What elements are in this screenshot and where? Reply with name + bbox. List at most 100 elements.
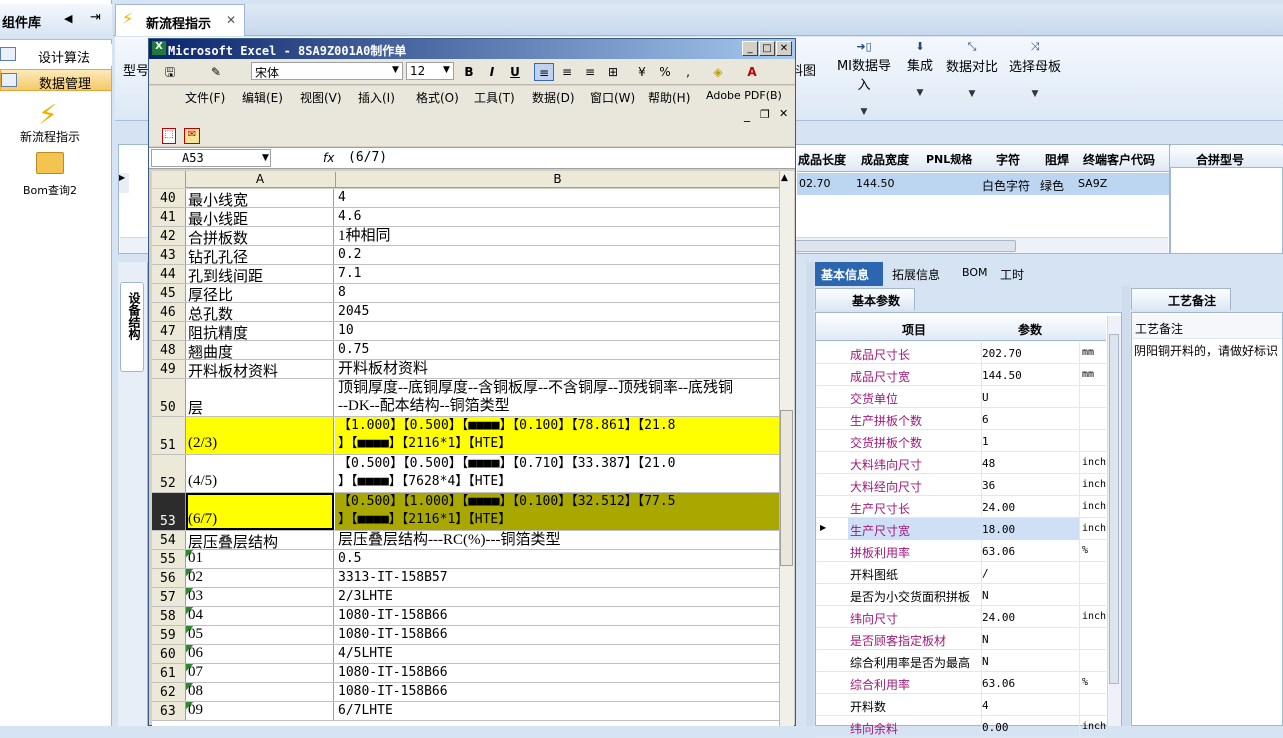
craft-note-text[interactable]: 阴阳铜开料的，请做好标识 <box>1134 342 1278 359</box>
row-number[interactable]: 50 <box>152 379 186 416</box>
cell-a[interactable]: (4/5) <box>186 455 334 492</box>
tab-extended-info[interactable]: 拓展信息 <box>892 266 940 283</box>
sheet-row[interactable]: 46 总孔数 2045 <box>152 303 779 322</box>
row-number[interactable]: 49 <box>152 360 186 378</box>
row-number[interactable]: 54 <box>152 531 186 549</box>
cell-a[interactable]: 层 <box>186 379 334 416</box>
italic-button[interactable]: I <box>482 63 502 81</box>
currency-icon[interactable]: ¥ <box>632 63 652 81</box>
param-value[interactable]: 24.00 <box>982 611 1015 624</box>
row-indicator[interactable]: ▶ <box>119 173 129 193</box>
font-size-select[interactable]: 12 ▼ <box>406 62 454 80</box>
cell-b[interactable]: 1080-IT-158B66 <box>335 607 779 625</box>
param-value[interactable]: 6 <box>982 413 989 426</box>
param-row[interactable]: 生产尺寸长 24.00 inch <box>816 496 1106 518</box>
param-row[interactable]: 成品尺寸宽 144.50 mm <box>816 364 1106 386</box>
row-number[interactable]: 44 <box>152 265 186 283</box>
cell-b[interactable]: 3313-IT-158B57 <box>335 569 779 587</box>
row-number[interactable]: 48 <box>152 341 186 359</box>
tab-new-flow[interactable]: ⚡ 新流程指示 ✕ <box>115 4 245 36</box>
param-value[interactable]: 24.00 <box>982 501 1015 514</box>
left-item-design[interactable]: 设计算法 <box>0 44 112 66</box>
row-number[interactable]: 40 <box>152 189 186 207</box>
cell-b[interactable]: 【1.000】【0.500】【■■■■】【0.100】【78.861】【21.8… <box>335 417 779 454</box>
tab-basic-info[interactable]: 基本信息 <box>815 262 883 286</box>
cell[interactable]: 144.50 <box>856 177 895 190</box>
param-value[interactable]: 48 <box>982 457 995 470</box>
cell-b[interactable]: 1080-IT-158B66 <box>335 664 779 682</box>
param-value-cell[interactable] <box>980 584 1080 606</box>
splitter[interactable] <box>806 262 814 726</box>
sheet-row[interactable]: 57 03 2/3LHTE <box>152 588 779 607</box>
select-mother-board-button[interactable]: ⤨ 选择母板 ▼ <box>1008 40 1062 99</box>
menu-adobe-pdf[interactable]: Adobe PDF(B) <box>706 89 782 102</box>
col-header[interactable]: 成品长度 <box>798 151 846 168</box>
param-value[interactable]: N <box>982 589 989 602</box>
sheet-row[interactable]: 41 最小线距 4.6 <box>152 208 779 227</box>
param-row[interactable]: 大料纬向尺寸 48 inch <box>816 452 1106 474</box>
param-row[interactable]: 纬向余料 0.00 inch <box>816 716 1106 738</box>
cell-a[interactable]: 钻孔孔径 <box>186 246 334 264</box>
param-value[interactable]: / <box>982 567 989 580</box>
param-value[interactable]: 144.50 <box>982 369 1022 382</box>
align-center-icon[interactable]: ≡ <box>557 63 577 81</box>
menu-format[interactable]: 格式(O) <box>416 89 459 106</box>
cell-a[interactable]: 05 <box>186 626 334 644</box>
cell-b[interactable]: 2/3LHTE <box>335 588 779 606</box>
menu-tools[interactable]: 工具(T) <box>474 89 515 106</box>
underline-button[interactable]: U <box>505 63 525 81</box>
cell-a[interactable]: 合拼板数 <box>186 227 334 245</box>
sheet-row[interactable]: 52 (4/5) 【0.500】【0.500】【■■■■】【0.710】【33.38… <box>152 455 779 493</box>
param-value[interactable]: 0.00 <box>982 721 1009 734</box>
scroll-thumb[interactable] <box>780 410 793 566</box>
row-number[interactable]: 57 <box>152 588 186 606</box>
param-row[interactable]: 大料经向尺寸 36 inch <box>816 474 1106 496</box>
row-number[interactable]: 45 <box>152 284 186 302</box>
folder-icon[interactable] <box>36 152 64 174</box>
cell-a[interactable]: 厚径比 <box>186 284 334 302</box>
sheet-row[interactable]: 42 合拼板数 1种相同 <box>152 227 779 246</box>
column-header-a[interactable]: A <box>186 172 334 188</box>
cell-a[interactable]: 层压叠层结构 <box>186 531 334 549</box>
cell-b[interactable]: 4 <box>335 189 779 207</box>
param-value[interactable]: 4 <box>982 699 989 712</box>
cell-b[interactable]: 6/7LHTE <box>335 702 779 720</box>
align-right-icon[interactable]: ≡ <box>580 63 600 81</box>
close-icon[interactable]: ✕ <box>226 13 236 27</box>
sheet-row[interactable]: 58 04 1080-IT-158B66 <box>152 607 779 626</box>
param-value[interactable]: N <box>982 633 989 646</box>
cell-a[interactable]: 最小线宽 <box>186 189 334 207</box>
param-row[interactable]: 综合利用率 63.06% <box>816 672 1106 694</box>
param-value-cell[interactable] <box>980 430 1080 452</box>
param-value[interactable]: 202.70 <box>982 347 1022 360</box>
cell-b[interactable]: 4.6 <box>335 208 779 226</box>
scroll-up-icon[interactable]: ▲ <box>781 173 788 183</box>
sheet-row[interactable]: 54 层压叠层结构 层压叠层结构---RC(%)---铜箔类型 <box>152 531 779 550</box>
param-value-cell[interactable] <box>980 694 1080 716</box>
row-number[interactable]: 51 <box>152 417 186 454</box>
param-value-cell[interactable] <box>980 628 1080 650</box>
cell-a[interactable]: 08 <box>186 683 334 701</box>
sheet-row[interactable]: 55 01 0.5 <box>152 550 779 569</box>
param-value[interactable]: N <box>982 655 989 668</box>
cell-b[interactable]: 1080-IT-158B66 <box>335 626 779 644</box>
param-value[interactable]: 36 <box>982 479 995 492</box>
cell-a[interactable]: 翘曲度 <box>186 341 334 359</box>
sheet-row[interactable]: 44 孔到线间距 7.1 <box>152 265 779 284</box>
doc-minimize-button[interactable]: _ <box>744 108 750 122</box>
cell-b[interactable]: 0.5 <box>335 550 779 568</box>
param-row[interactable]: 交货拼板个数 1 <box>816 430 1106 452</box>
font-color-icon[interactable]: A <box>742 63 762 81</box>
comma-icon[interactable]: , <box>678 63 698 81</box>
sheet-row[interactable]: 56 02 3313-IT-158B57 <box>152 569 779 588</box>
param-row[interactable]: 交货单位 U <box>816 386 1106 408</box>
col-header-param[interactable]: 参数 <box>1018 321 1042 338</box>
row-number[interactable]: 61 <box>152 664 186 682</box>
doc-restore-button[interactable]: ❐ <box>760 108 770 121</box>
row-number[interactable]: 52 <box>152 455 186 492</box>
cell-b[interactable]: 10 <box>335 322 779 340</box>
pin-icon[interactable]: ⇥ <box>90 10 101 25</box>
param-value-cell[interactable] <box>980 386 1080 408</box>
sheet-row[interactable]: 59 05 1080-IT-158B66 <box>152 626 779 645</box>
col-header[interactable]: PNL规格 <box>926 151 972 167</box>
